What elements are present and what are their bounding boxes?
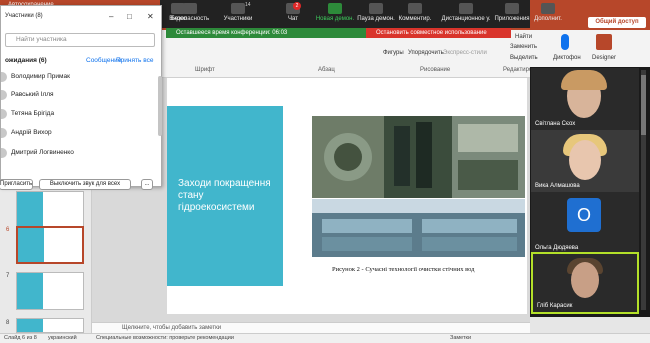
- video-tile[interactable]: О Ольга Дюдяева: [531, 192, 639, 254]
- slide-counter: Слайд 6 из 8: [4, 335, 37, 341]
- slide-title[interactable]: Заходи покращення стану гідроекосистеми: [178, 178, 282, 214]
- microphone-icon: [561, 34, 569, 50]
- time-remaining-banner: Оставшееся время конференции: 06:03: [166, 28, 366, 38]
- slide-number: 6: [6, 227, 10, 233]
- language-indicator[interactable]: украинский: [48, 335, 77, 341]
- participant-name: Гліб Карасик: [537, 303, 573, 309]
- apps-button[interactable]: Приложения: [492, 3, 532, 22]
- ribbon-group-font: Шрифт: [195, 67, 215, 73]
- participants-button[interactable]: Участники: [218, 3, 258, 22]
- avatar: [1, 128, 7, 138]
- notes-toggle[interactable]: Заметки: [450, 335, 471, 341]
- arrange-button[interactable]: Упорядочить: [408, 50, 444, 56]
- quick-styles-button[interactable]: Экспресс-стили: [443, 50, 487, 56]
- dictation-button[interactable]: Диктофон: [553, 55, 581, 61]
- video-tile[interactable]: Світлана Сєох: [531, 68, 639, 130]
- remote-control-button[interactable]: Дистанционное у.: [438, 3, 494, 22]
- remote-control-icon: [459, 3, 473, 14]
- participants-scrollbar[interactable]: [158, 76, 162, 136]
- avatar: [1, 72, 7, 82]
- treatment-plant-photo-top[interactable]: [312, 116, 525, 198]
- avatar: [1, 109, 7, 119]
- gallery-scrollbar-thumb[interactable]: [641, 75, 646, 135]
- replace-button[interactable]: Заменить: [510, 44, 537, 50]
- slide-thumbnail-active[interactable]: [16, 226, 84, 264]
- mute-all-button[interactable]: Выключить звук для всех: [39, 179, 131, 190]
- invite-button[interactable]: Пригласить: [0, 179, 33, 190]
- security-button[interactable]: Безопасность: [170, 3, 210, 22]
- select-button[interactable]: Выделить: [510, 55, 538, 61]
- avatar: [1, 148, 7, 158]
- video-tile[interactable]: Вика Алмашова: [531, 130, 639, 192]
- minimize-icon[interactable]: –: [109, 12, 113, 21]
- participant-row[interactable]: Володимир Примак: [1, 70, 156, 86]
- waiting-room-label: ожидания (6): [5, 57, 47, 64]
- participant-video: [571, 262, 599, 298]
- participants-title: Участники (8): [5, 13, 43, 19]
- pause-share-button[interactable]: Пауза демон.: [356, 3, 396, 22]
- participant-name: Вика Алмашова: [535, 183, 580, 189]
- find-button[interactable]: Найти: [515, 34, 532, 40]
- ribbon-group-drawing: Рисование: [420, 67, 451, 73]
- participants-count: 14: [245, 2, 251, 8]
- more-icon: [541, 3, 555, 14]
- share-screen-icon: [328, 3, 342, 14]
- slide-number: 8: [6, 320, 10, 326]
- participants-window: Участники (8) – □ ✕ Найти участника ожид…: [0, 5, 162, 190]
- annotate-icon: [408, 3, 422, 14]
- chat-badge: 2: [293, 2, 301, 10]
- slide-thumbnail[interactable]: [16, 191, 84, 229]
- slide-caption[interactable]: Рисунок 2 - Сучасні технології очистки с…: [332, 266, 474, 273]
- status-bar: Слайд 6 из 8 украинский Специальные возм…: [0, 333, 650, 343]
- ribbon-group-paragraph: Абзац: [318, 67, 335, 73]
- treatment-plant-photo-bottom[interactable]: [312, 199, 525, 257]
- participant-row[interactable]: Равський Ілля: [1, 88, 156, 104]
- notes-pane[interactable]: Щелкните, чтобы добавить заметки: [92, 322, 530, 333]
- apps-icon: [505, 3, 519, 14]
- participant-row[interactable]: Андрій Вихор: [1, 126, 156, 142]
- annotate-button[interactable]: Комментир.: [395, 3, 435, 22]
- shapes-button[interactable]: Фигуры: [383, 50, 404, 56]
- new-share-button[interactable]: Новая демон.: [315, 3, 355, 22]
- close-icon[interactable]: ✕: [147, 12, 154, 21]
- shield-icon: [183, 3, 197, 14]
- avatar: [1, 90, 7, 100]
- share-button[interactable]: Общий доступ: [588, 17, 646, 28]
- participant-name: Світлана Сєох: [535, 121, 576, 127]
- designer-icon: [596, 34, 612, 50]
- slide-thumbnail[interactable]: [16, 318, 84, 333]
- zoom-meeting-toolbar: Видео Безопасность Участники 14 Чат 2 Но…: [160, 0, 530, 28]
- pause-icon: [369, 3, 383, 14]
- participant-video: [569, 140, 601, 180]
- participant-name: Ольга Дюдяева: [535, 245, 579, 251]
- participants-icon: [231, 3, 245, 14]
- slide-number: 7: [6, 273, 10, 279]
- stop-sharing-button[interactable]: Остановить совместное использование: [366, 28, 511, 38]
- video-tile-active-speaker[interactable]: Гліб Карасик: [531, 252, 639, 314]
- more-button[interactable]: Дополнит.: [530, 3, 566, 22]
- more-options-button[interactable]: ...: [141, 179, 153, 190]
- maximize-icon[interactable]: □: [127, 12, 132, 21]
- participant-row[interactable]: Тетяна Брігіда: [1, 107, 156, 123]
- participant-search-input[interactable]: Найти участника: [5, 33, 155, 47]
- participant-row[interactable]: Дмитрий Логвиненко: [1, 146, 156, 162]
- designer-button[interactable]: Designer: [592, 55, 616, 61]
- accessibility-status[interactable]: Специальные возможности: проверьте реком…: [96, 335, 234, 341]
- slide-thumbnail[interactable]: [16, 272, 84, 310]
- admit-all-button[interactable]: Принять все: [116, 57, 153, 64]
- avatar-initial: О: [567, 198, 601, 232]
